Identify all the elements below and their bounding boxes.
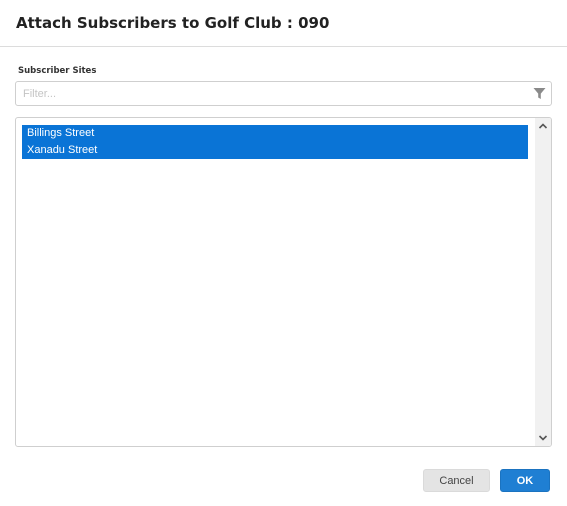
vertical-scrollbar[interactable] [535,118,551,446]
scrollbar-track[interactable] [535,134,551,430]
filter-icon[interactable] [533,87,546,100]
chevron-down-icon[interactable] [535,430,551,446]
chevron-up-icon[interactable] [535,118,551,134]
subscriber-sites-label: Subscriber Sites [18,66,97,76]
dialog-header: Attach Subscribers to Golf Club : 090 [0,0,567,47]
subscriber-sites-list[interactable]: Billings Street Xanadu Street [15,117,552,447]
ok-button[interactable]: OK [500,469,550,492]
list-items: Billings Street Xanadu Street [22,125,528,159]
cancel-button[interactable]: Cancel [423,469,490,492]
filter-input[interactable] [17,83,527,104]
filter-box [15,81,552,106]
list-item[interactable]: Billings Street [22,125,528,142]
list-item[interactable]: Xanadu Street [22,142,528,159]
dialog-title: Attach Subscribers to Golf Club : 090 [16,14,330,32]
attach-subscribers-dialog: Attach Subscribers to Golf Club : 090 Su… [0,0,567,506]
